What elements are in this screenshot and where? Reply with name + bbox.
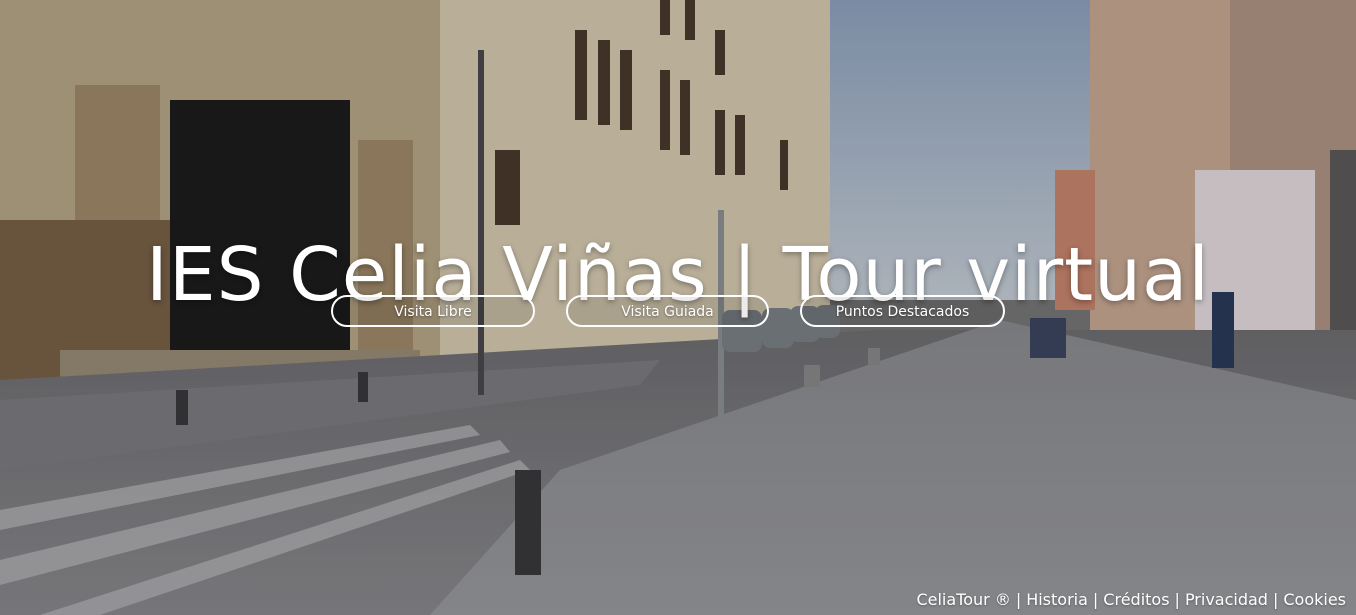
creditos-link[interactable]: Créditos — [1103, 590, 1169, 609]
privacidad-link[interactable]: Privacidad — [1185, 590, 1268, 609]
footer-links: CeliaTour ® | Historia | Créditos | Privacidad… — [916, 590, 1346, 609]
historia-link[interactable]: Historia — [1026, 590, 1088, 609]
separator: | — [1174, 590, 1180, 609]
brand-label: CeliaTour ® — [916, 590, 1011, 609]
puntos-destacados-button[interactable]: Puntos Destacados — [800, 295, 1005, 327]
cookies-link[interactable]: Cookies — [1283, 590, 1346, 609]
visita-libre-button[interactable]: Visita Libre — [331, 295, 535, 327]
separator: | — [1272, 590, 1279, 609]
visita-guiada-button[interactable]: Visita Guiada — [566, 295, 769, 327]
tour-mode-buttons: Visita Libre Visita Guiada Puntos Destac… — [0, 295, 1356, 329]
separator: | — [1015, 590, 1022, 609]
separator: | — [1092, 590, 1099, 609]
